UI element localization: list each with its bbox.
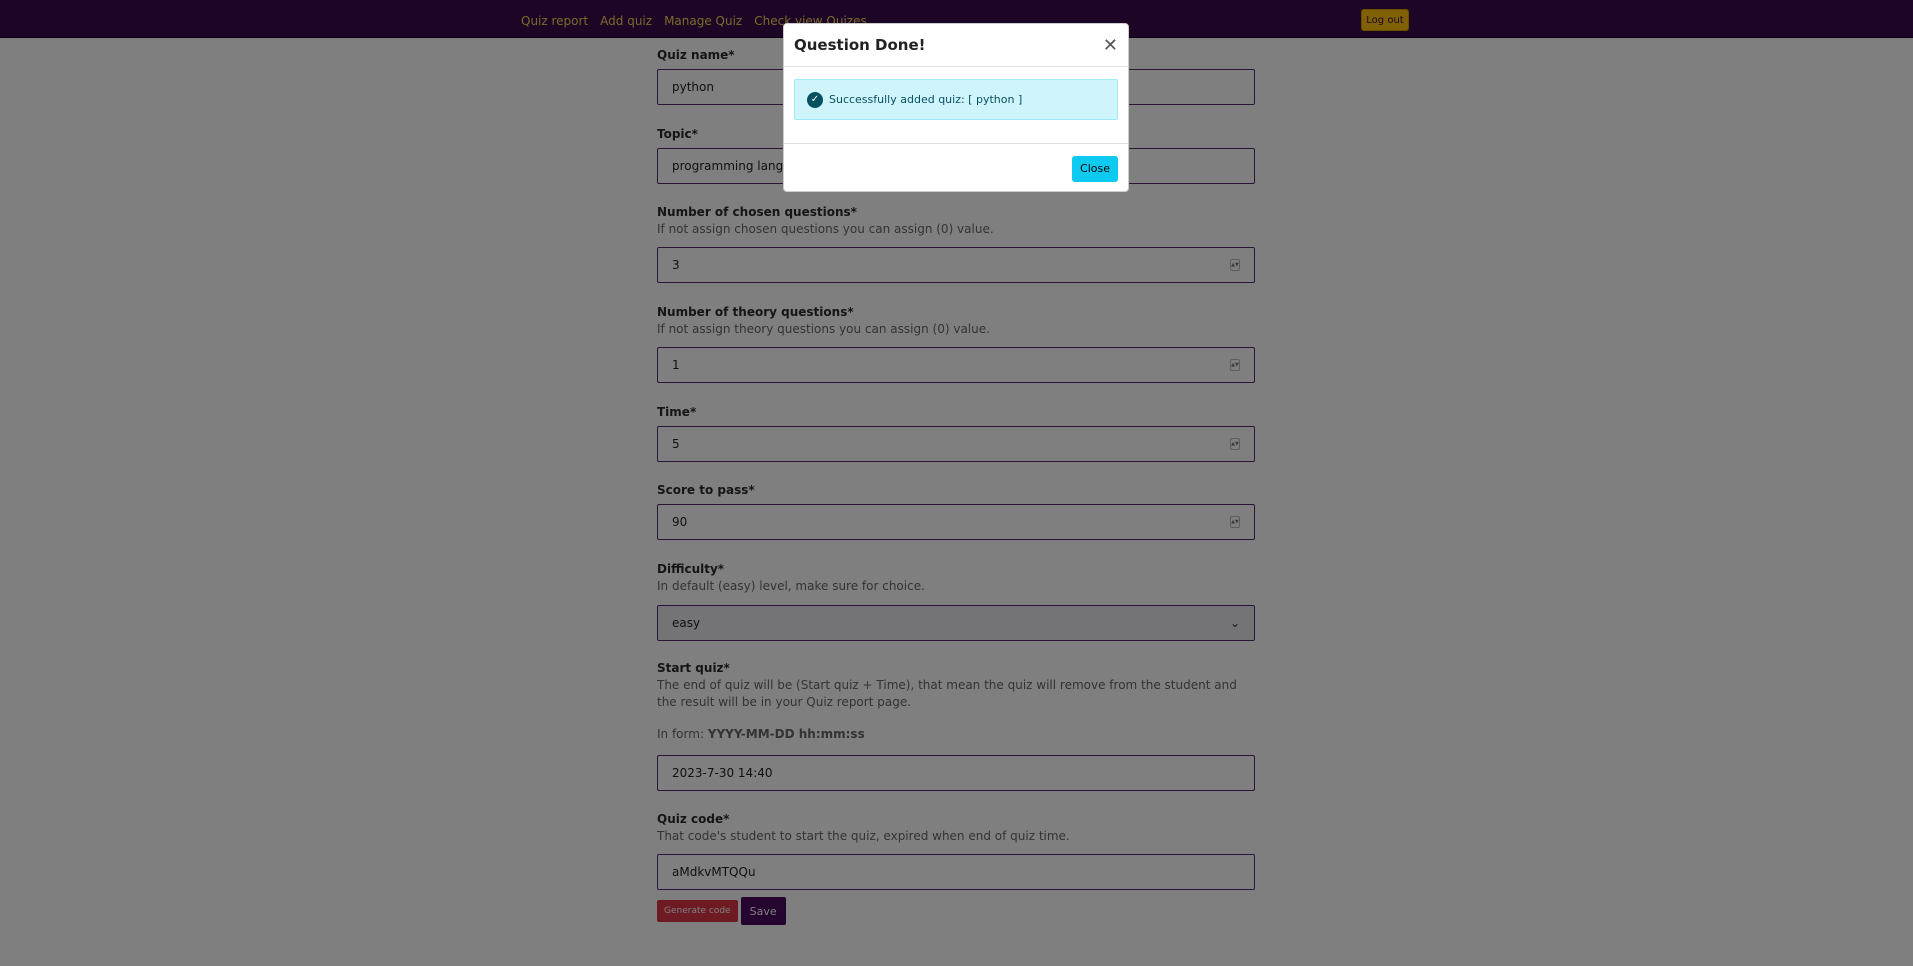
success-alert: ✓ Successfully added quiz: [ python ] (794, 79, 1118, 120)
success-modal: Question Done! ✕ ✓ Successfully added qu… (783, 23, 1129, 192)
modal-title: Question Done! (794, 36, 926, 54)
page: Quiz report Add quiz Manage Quiz Check v… (0, 0, 1913, 966)
modal-header: Question Done! ✕ (784, 24, 1128, 67)
check-circle-icon: ✓ (807, 91, 823, 108)
close-icon[interactable]: ✕ (1103, 35, 1118, 56)
alert-message: Successfully added quiz: [ python ] (829, 93, 1023, 106)
close-button[interactable]: Close (1072, 155, 1118, 182)
modal-body: ✓ Successfully added quiz: [ python ] (784, 67, 1128, 143)
modal-footer: Close (784, 143, 1128, 193)
